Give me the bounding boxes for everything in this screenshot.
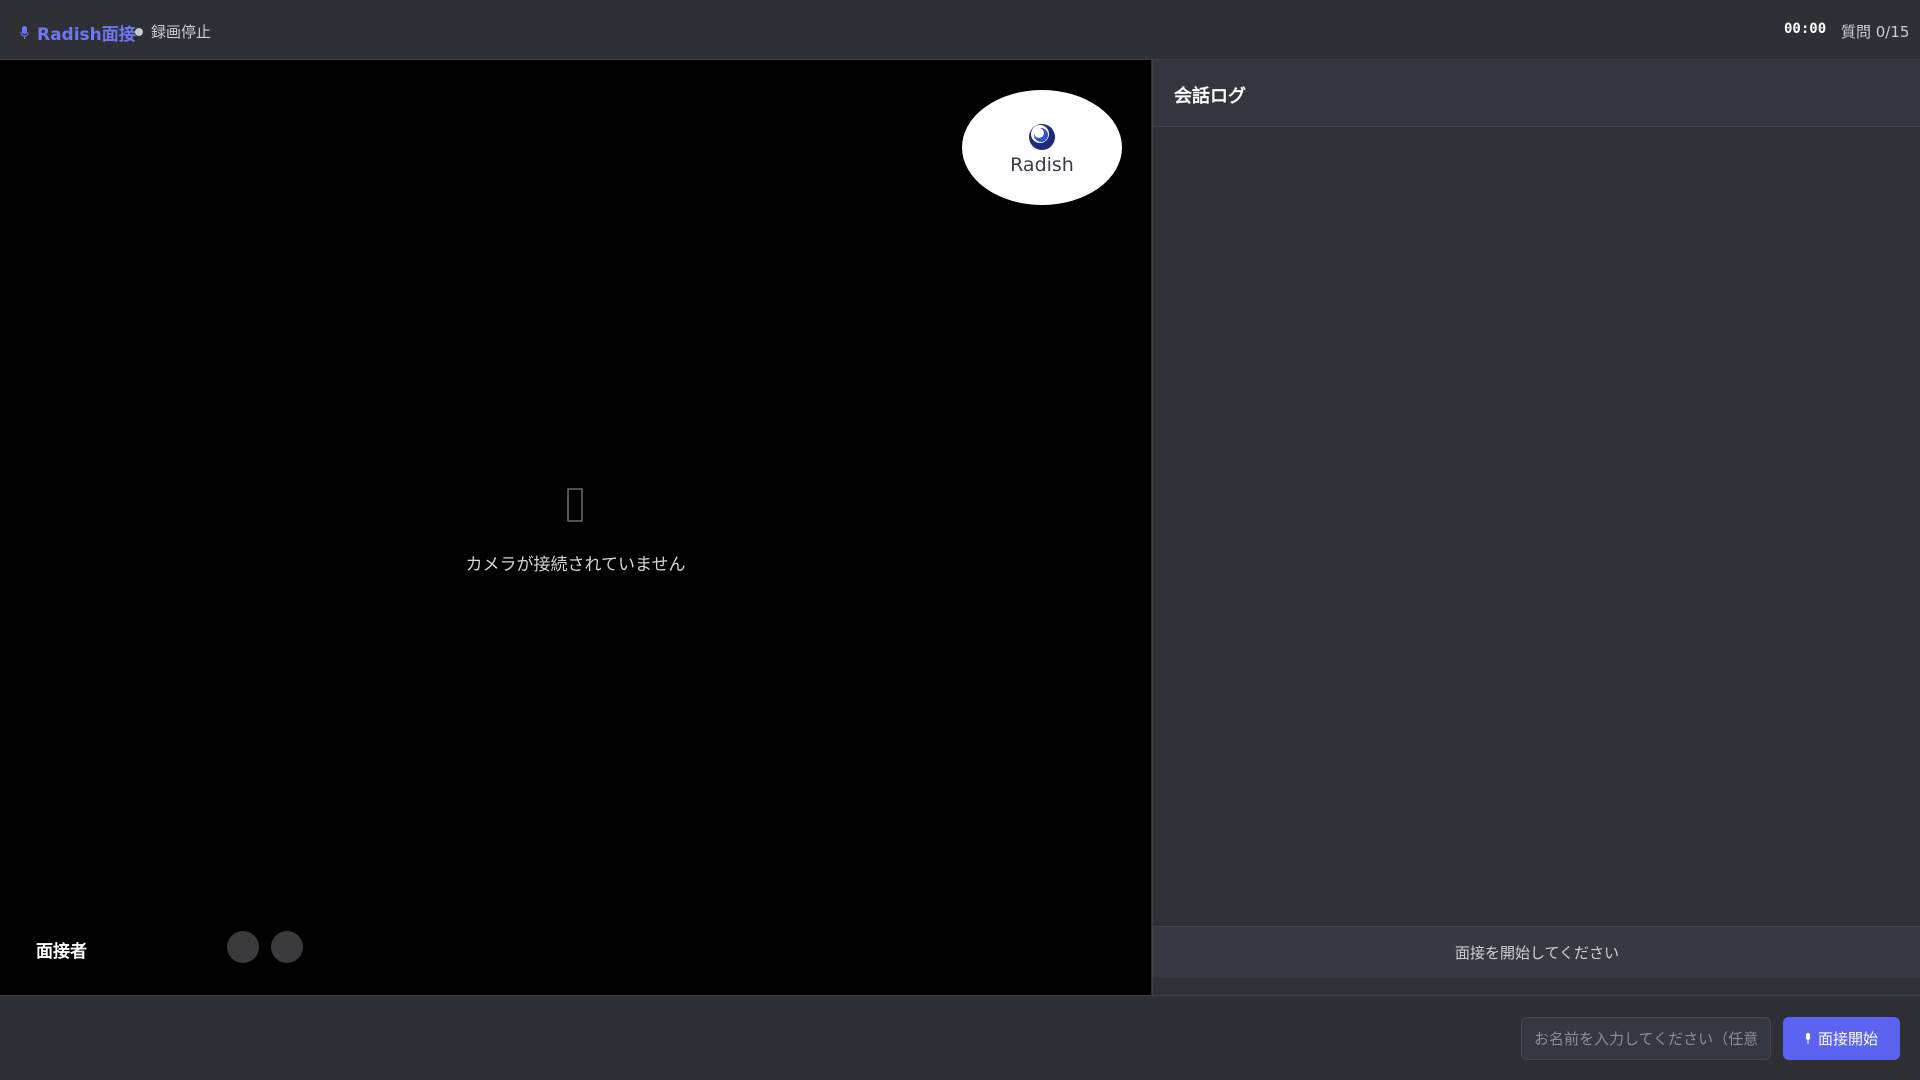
mic-icon xyxy=(20,26,29,39)
timer: 00:00 xyxy=(1784,21,1827,37)
recording-status-label: 録画停止 xyxy=(151,23,212,41)
top-bar: Radish面接 録画停止 00:00 質問 0/15 xyxy=(0,0,1920,60)
radish-logo-text: Radish xyxy=(1010,154,1074,176)
brand: Radish面接 xyxy=(20,20,136,45)
mic-toggle-button[interactable] xyxy=(227,931,259,963)
conversation-header: 会話ログ xyxy=(1153,60,1920,127)
bottom-bar: 面接開始 xyxy=(0,995,1920,1080)
brand-name: Radish面接 xyxy=(37,25,136,45)
start-interview-button[interactable]: 面接開始 xyxy=(1783,1017,1900,1060)
radish-logo-mark-icon xyxy=(1029,124,1055,150)
interviewer-label: 面接者 xyxy=(36,942,87,962)
radish-logo: Radish xyxy=(962,90,1122,205)
start-interview-label: 面接開始 xyxy=(1817,1030,1878,1048)
camera-toggle-button[interactable] xyxy=(271,931,303,963)
conversation-title: 会話ログ xyxy=(1174,86,1246,107)
question-counter: 質問 0/15 xyxy=(1841,23,1910,41)
name-input[interactable] xyxy=(1521,1017,1771,1060)
recording-dot-icon xyxy=(135,27,143,36)
video-area: Radish カメラが接続されていません 面接者 xyxy=(0,60,1151,995)
camera-disconnected-message: カメラが接続されていません xyxy=(465,555,686,575)
play-icon xyxy=(1805,1033,1810,1044)
conversation-status: 面接を開始してください xyxy=(1153,926,1920,978)
conversation-panel: 会話ログ 面接を開始してください xyxy=(1152,60,1920,995)
recording-status: 録画停止 xyxy=(135,21,211,42)
camera-off-icon xyxy=(567,488,583,522)
